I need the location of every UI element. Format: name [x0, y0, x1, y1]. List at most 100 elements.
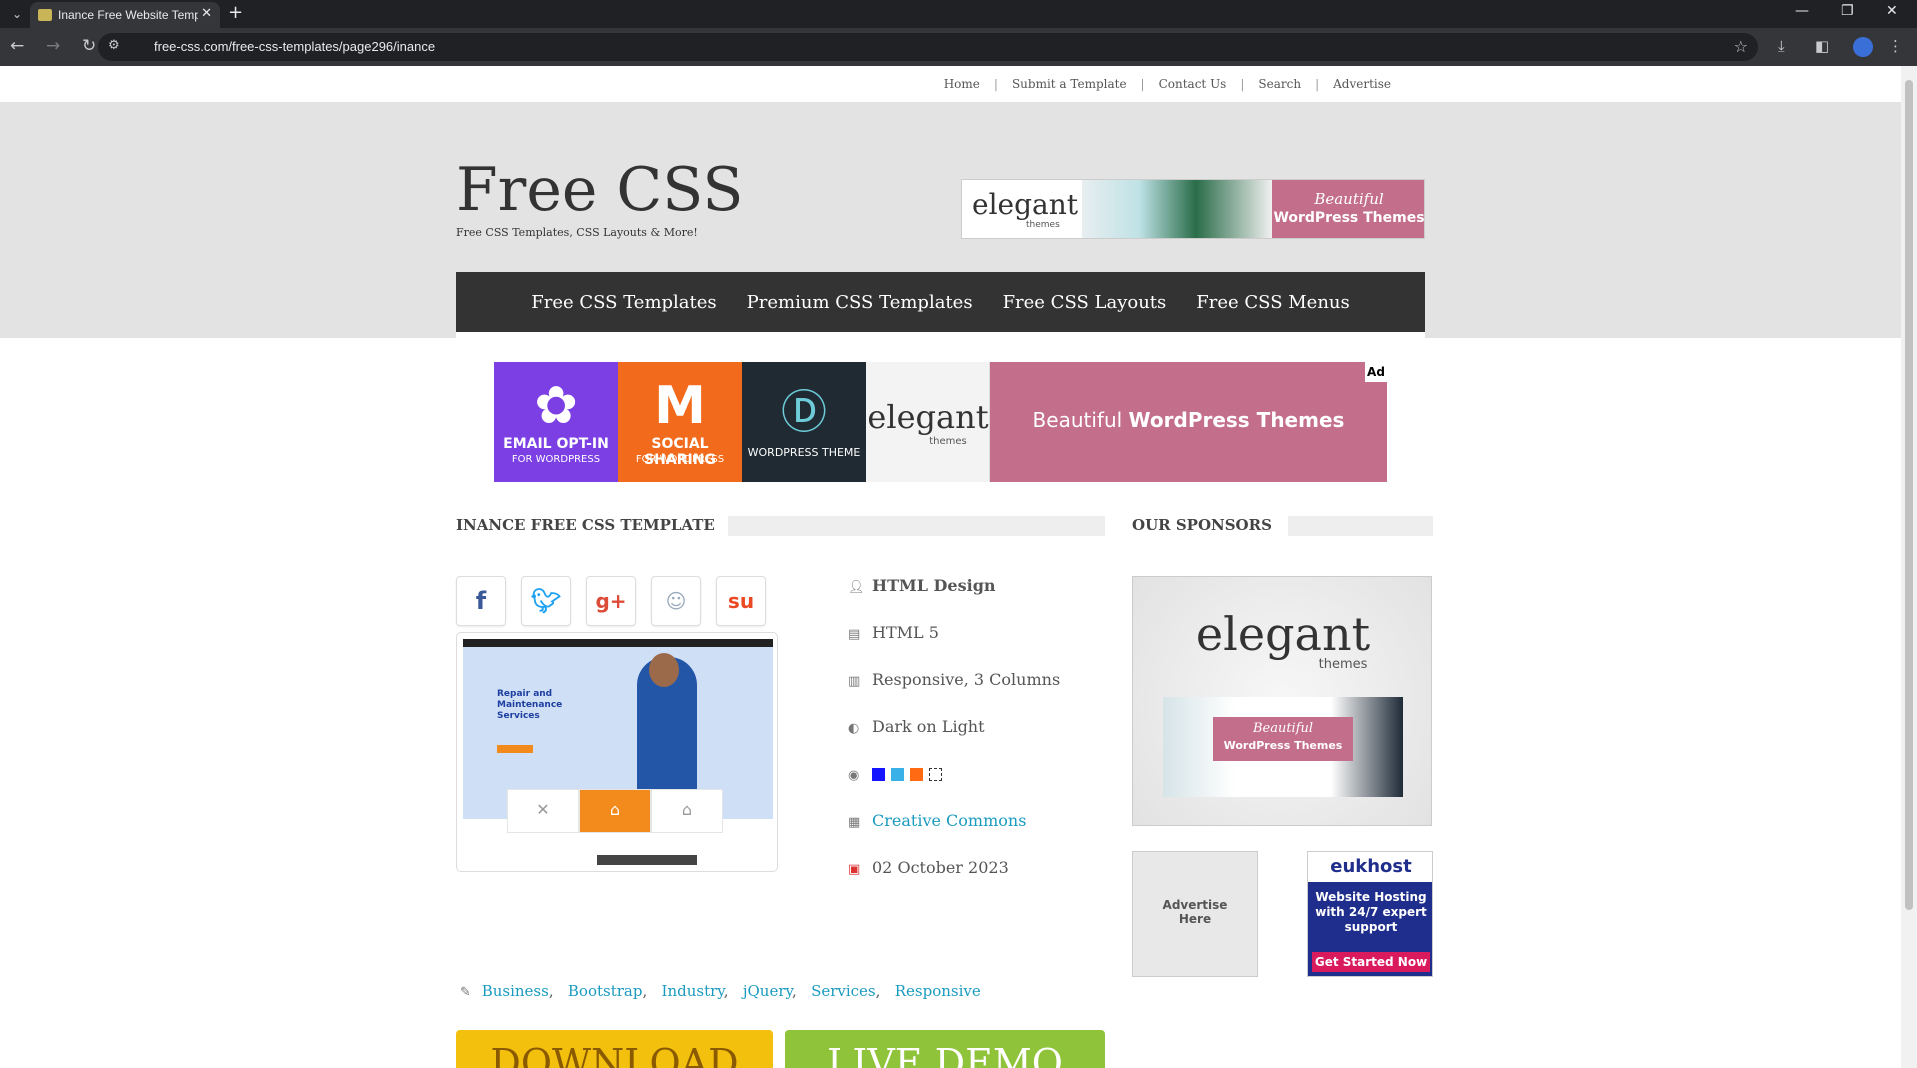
facebook-icon[interactable]: f	[456, 576, 506, 626]
forward-arrow-icon[interactable]: →	[46, 36, 60, 56]
topnav-search-link[interactable]: Search	[1244, 77, 1315, 91]
meta-license: ▦ Creative Commons	[848, 811, 1026, 830]
nav-free-css-menus[interactable]: Free CSS Menus	[1196, 292, 1349, 313]
minimize-icon[interactable]: —	[1795, 3, 1809, 19]
meta-colors: ◉	[848, 764, 948, 783]
download-button[interactable]: DOWNLOAD	[456, 1030, 773, 1068]
columns-icon: ▥	[848, 674, 861, 689]
bloom-flower-icon: ✿	[534, 376, 578, 436]
ad-text-light: Beautiful	[1032, 408, 1123, 432]
meta-html-value: HTML 5	[872, 623, 939, 642]
elegant-logo-text: elegant	[867, 398, 989, 436]
window-close-icon[interactable]: ✕	[1886, 3, 1898, 19]
color-swatch-orange	[910, 768, 923, 781]
kebab-menu-icon[interactable]: ⋮	[1888, 37, 1903, 55]
sponsor-logo: elegant	[1195, 607, 1371, 661]
elegant-themes-sub: themes	[1026, 220, 1060, 230]
reload-icon[interactable]: ↻	[82, 36, 96, 56]
site-tagline: Free CSS Templates, CSS Layouts & More!	[456, 226, 698, 239]
color-swatch-white	[929, 768, 942, 781]
back-arrow-icon[interactable]: ←	[10, 36, 24, 56]
meta-layout-value: Responsive, 3 Columns	[872, 670, 1061, 689]
color-swatch-blue	[872, 768, 885, 781]
ad-cell-sublabel: WORDPRESS THEME	[747, 446, 861, 459]
side-panel-icon[interactable]: ◧	[1815, 37, 1829, 55]
eukhost-logo: eukhost	[1308, 852, 1432, 882]
ad-badge[interactable]: Ad	[1365, 362, 1387, 382]
advertise-here-box[interactable]: Advertise Here	[1132, 851, 1258, 977]
bookmark-star-icon[interactable]: ☆	[1734, 37, 1748, 56]
top-navigation: Home | Submit a Template | Contact Us | …	[0, 66, 1901, 102]
sponsor-logo-sub: themes	[1318, 657, 1368, 672]
tag-responsive[interactable]: Responsive	[895, 982, 981, 1000]
restore-icon[interactable]: ❐	[1841, 3, 1854, 19]
tag-industry[interactable]: Industry	[662, 982, 724, 1000]
meta-design: 👤︎ HTML Design	[848, 576, 996, 595]
tab-close-icon[interactable]: ✕	[201, 6, 212, 21]
advertise-line2: Here	[1178, 912, 1212, 926]
tab-search-chevron-icon[interactable]: ⌄	[6, 5, 28, 23]
meta-html: ▤ HTML 5	[848, 623, 939, 642]
theme-screenshots	[1082, 180, 1272, 238]
url-text: free-css.com/free-css-templates/page296/…	[154, 39, 436, 54]
tab-favicon-icon	[38, 9, 52, 21]
site-title[interactable]: Free CSS	[456, 155, 743, 225]
repair-tools-icon: ✕	[507, 789, 579, 833]
ad-line-1: Beautiful	[1314, 190, 1384, 208]
meta-layout: ▥ Responsive, 3 Columns	[848, 670, 1060, 689]
new-tab-plus-icon[interactable]: +	[228, 2, 243, 23]
topnav-home-link[interactable]: Home	[930, 77, 994, 91]
topnav-submit-link[interactable]: Submit a Template	[998, 77, 1141, 91]
elegant-logo-sub: themes	[929, 436, 967, 447]
reddit-alien-icon[interactable]: ☺	[651, 576, 701, 626]
site-info-icon[interactable]: ⚙	[108, 38, 120, 53]
thumb-cta	[497, 745, 533, 753]
live-demo-button[interactable]: LIVE DEMO	[785, 1030, 1105, 1068]
designer-icon: 👤︎	[848, 580, 865, 595]
nav-free-css-layouts[interactable]: Free CSS Layouts	[1003, 292, 1167, 313]
nav-premium-css-templates[interactable]: Premium CSS Templates	[747, 292, 973, 313]
color-swatch-lightblue	[891, 768, 904, 781]
thumb-service-cards: ✕ ⌂ ⌂	[507, 789, 727, 839]
sponsor-ribbon-line1: Beautiful	[1252, 721, 1314, 736]
ad-cell-sublabel: FOR WORDPRESS	[635, 454, 725, 465]
heading-rule	[1288, 516, 1433, 536]
header-ad-banner[interactable]: elegant themes Beautiful WordPress Theme…	[961, 179, 1425, 239]
color-palette-icon: ◉	[848, 768, 860, 783]
divi-d-icon: Ⓓ	[781, 385, 827, 439]
eukhost-ad[interactable]: eukhost Website Hosting with 24/7 expert…	[1307, 851, 1433, 977]
tag-business[interactable]: Business	[482, 982, 549, 1000]
topnav-contact-link[interactable]: Contact Us	[1145, 77, 1241, 91]
improve-house-icon: ⌂	[579, 789, 651, 833]
address-bar[interactable]: ⚙ free-css.com/free-css-templates/page29…	[98, 33, 1758, 61]
template-preview-thumbnail[interactable]: Repair and Maintenance Services ✕ ⌂ ⌂	[456, 632, 778, 872]
topnav-advertise-link[interactable]: Advertise	[1319, 77, 1405, 91]
template-heading: INANCE FREE CSS TEMPLATE	[456, 516, 715, 534]
stumbleupon-icon[interactable]: su	[716, 576, 766, 626]
active-tab[interactable]: Inance Free Website Template | ✕	[30, 2, 220, 28]
thumb-footer-strip	[597, 855, 697, 865]
calendar-icon: ▣	[848, 862, 861, 877]
tag-services[interactable]: Services	[811, 982, 876, 1000]
contrast-icon: ◐	[848, 721, 860, 736]
wide-ad-banner[interactable]: ✿ EMAIL OPT-IN FOR WORDPRESS M SOCIAL SH…	[494, 362, 1387, 482]
html-file-icon: ▤	[848, 627, 861, 642]
monarch-m-icon: M	[654, 376, 706, 436]
twitter-bird-icon[interactable]: 🐦︎	[521, 576, 571, 626]
tag-jquery[interactable]: jQuery	[743, 982, 792, 1000]
nav-free-css-templates[interactable]: Free CSS Templates	[531, 292, 716, 313]
sponsor-elegant-themes-ad[interactable]: elegant themes Beautiful WordPress Theme…	[1132, 576, 1432, 826]
license-link[interactable]: Creative Commons	[872, 811, 1026, 830]
google-plus-icon[interactable]: g+	[586, 576, 636, 626]
profile-avatar[interactable]	[1853, 37, 1873, 57]
sponsor-ribbon: Beautiful WordPress Themes	[1213, 717, 1353, 761]
download-icon[interactable]: ⤓	[1778, 37, 1785, 55]
tag-bootstrap[interactable]: Bootstrap	[568, 982, 643, 1000]
eukhost-text: Website Hosting with 24/7 expert support	[1315, 890, 1427, 934]
meta-design-value: HTML Design	[872, 576, 996, 595]
tab-strip: ⌄ Inance Free Website Template | ✕ + — ❐…	[0, 0, 1917, 28]
page-scrollbar[interactable]	[1901, 66, 1917, 1068]
main-navigation: Free CSS Templates Premium CSS Templates…	[456, 272, 1425, 332]
eukhost-cta-button[interactable]: Get Started Now	[1312, 952, 1430, 972]
scrollbar-thumb[interactable]	[1905, 80, 1913, 910]
